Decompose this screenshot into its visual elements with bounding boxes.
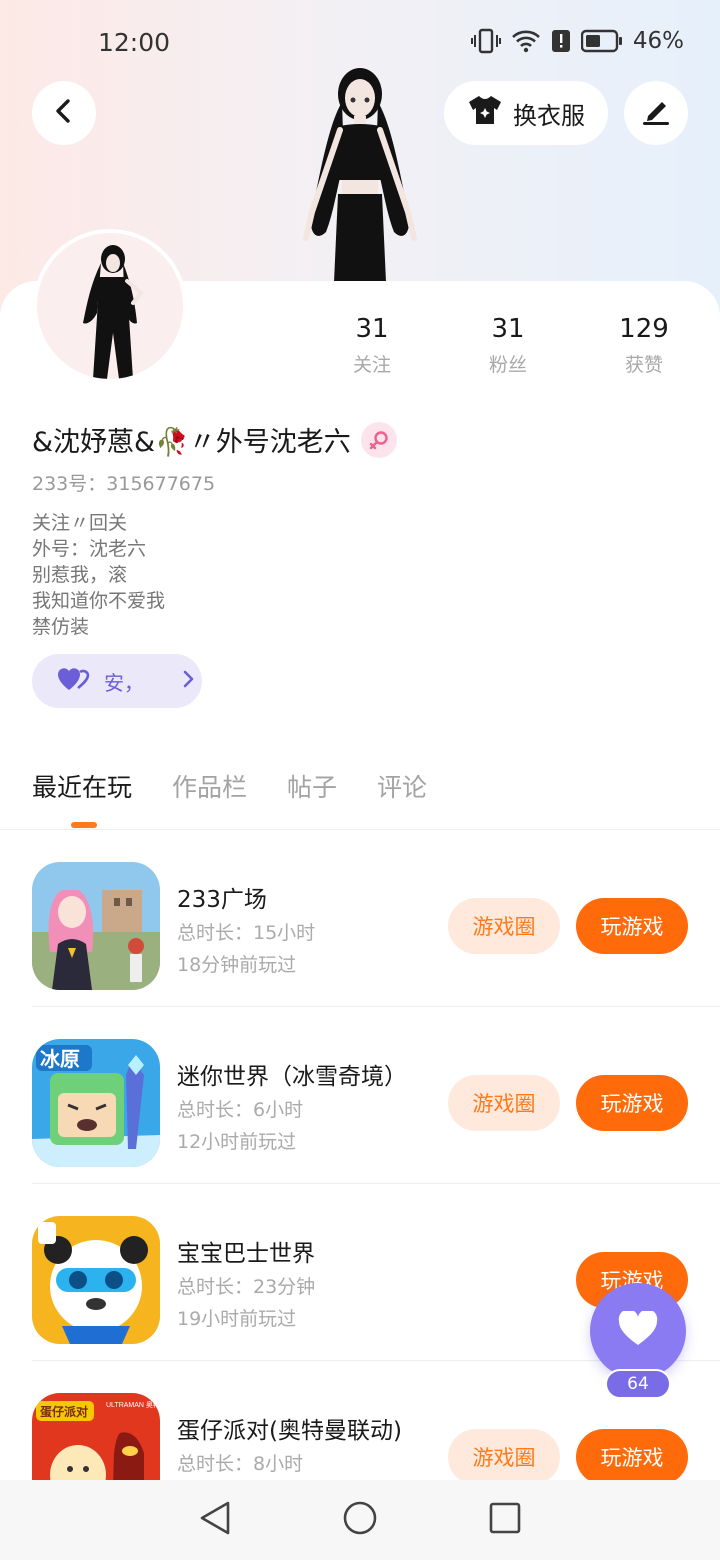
nav-back-icon[interactable] [198, 1500, 232, 1540]
game-icon-text: 冰原 [40, 1048, 80, 1071]
game-list-item[interactable]: 233广场 总时长：15小时 18分钟前玩过 游戏圈 玩游戏 [0, 830, 720, 1007]
bio-line: 别惹我，滚 [32, 564, 128, 586]
profile-stats: 31 关注 31 粉丝 129 获赞 [0, 314, 720, 384]
game-last-played: 19小时前玩过 [177, 1308, 297, 1330]
shirt-icon [467, 94, 503, 132]
fans-label: 粉丝 [488, 354, 527, 376]
game-duration: 总时长：23分钟 [177, 1276, 316, 1298]
likes-label: 获赞 [624, 354, 663, 376]
play-game-button[interactable]: 玩游戏 [576, 898, 688, 954]
tab-recently-played[interactable]: 最近在玩 [32, 768, 132, 828]
game-circle-button[interactable]: 游戏圈 [448, 1075, 560, 1131]
alert-icon [551, 29, 571, 53]
status-time: 12:00 [98, 28, 171, 57]
battery-icon [580, 29, 623, 53]
game-icon-mini-world[interactable]: 冰原 [32, 1039, 160, 1167]
change-outfit-button[interactable]: 换衣服 [444, 81, 608, 145]
system-navigation-bar [0, 1480, 720, 1560]
bio-line: 禁仿装 [32, 616, 90, 638]
tab-comments[interactable]: 评论 [377, 768, 427, 828]
active-tab-indicator [71, 822, 97, 828]
bio-line: 关注〃回关 [32, 512, 128, 534]
username: &沈妤蒽&🥀〃外号沈老六 [32, 427, 351, 458]
stat-fans[interactable]: 31 粉丝 [448, 314, 568, 377]
likes-count: 129 [619, 314, 669, 344]
game-title: 迷你世界（冰雪奇境） [177, 1064, 407, 1090]
avatar-3d-figure[interactable] [282, 62, 438, 284]
vibrate-icon [470, 28, 501, 54]
relationship-button[interactable]: 安， [32, 654, 202, 708]
double-heart-icon [58, 666, 90, 697]
following-label: 关注 [352, 354, 391, 376]
change-outfit-label: 换衣服 [513, 101, 585, 130]
profile-tabs: 最近在玩 作品栏 帖子 评论 [32, 768, 427, 828]
wifi-icon [511, 29, 541, 53]
game-circle-button[interactable]: 游戏圈 [448, 1429, 560, 1485]
username-row: &沈妤蒽&🥀〃外号沈老六 [32, 420, 397, 459]
game-icon-babybus-world[interactable] [32, 1216, 160, 1344]
stat-likes[interactable]: 129 获赞 [584, 314, 704, 377]
status-icons: 46% [470, 28, 684, 54]
female-gender-icon [360, 421, 397, 458]
game-duration: 总时长：8小时 [177, 1453, 304, 1475]
following-count: 31 [355, 314, 389, 344]
game-duration: 总时长：6小时 [177, 1099, 304, 1121]
game-icon-text: 蛋仔派对 [40, 1404, 88, 1419]
bio-line: 我知道你不爱我 [32, 590, 166, 612]
nav-recents-icon[interactable] [488, 1501, 522, 1539]
relationship-label: 安， [104, 670, 144, 695]
bio-line: 外号：沈老六 [32, 538, 147, 560]
floating-like-button[interactable] [590, 1283, 686, 1379]
game-icon-text: ULTRAMAN 奥特曼 [106, 1400, 160, 1409]
tab-works[interactable]: 作品栏 [172, 768, 247, 828]
tab-posts[interactable]: 帖子 [287, 768, 337, 828]
back-button[interactable] [32, 81, 96, 145]
chevron-right-icon [182, 669, 196, 694]
nav-home-icon[interactable] [342, 1500, 378, 1540]
stat-following[interactable]: 31 关注 [312, 314, 432, 377]
edit-profile-button[interactable] [624, 81, 688, 145]
fans-count: 31 [491, 314, 525, 344]
chevron-left-icon [51, 98, 77, 128]
play-game-button[interactable]: 玩游戏 [576, 1429, 688, 1485]
like-count-badge: 64 [605, 1369, 671, 1399]
user-id: 233号：315677675 [32, 473, 216, 495]
pen-icon [640, 96, 672, 130]
game-circle-button[interactable]: 游戏圈 [448, 898, 560, 954]
game-last-played: 12小时前玩过 [177, 1131, 297, 1153]
heart-icon [618, 1309, 658, 1351]
game-title: 蛋仔派对(奥特曼联动) [177, 1418, 402, 1444]
game-title: 233广场 [177, 887, 267, 913]
game-title: 宝宝巴士世界 [177, 1241, 315, 1267]
game-icon-233-plaza[interactable] [32, 862, 160, 990]
game-last-played: 18分钟前玩过 [177, 954, 297, 976]
bio: 关注〃回关 外号：沈老六 别惹我，滚 我知道你不爱我 禁仿装 [32, 510, 165, 640]
game-duration: 总时长：15小时 [177, 922, 316, 944]
play-game-button[interactable]: 玩游戏 [576, 1075, 688, 1131]
game-list-item[interactable]: 冰原 迷你世界（冰雪奇境） 总时长：6小时 12小时前玩过 游戏圈 玩游戏 [0, 1007, 720, 1184]
battery-percent: 46% [632, 28, 684, 54]
